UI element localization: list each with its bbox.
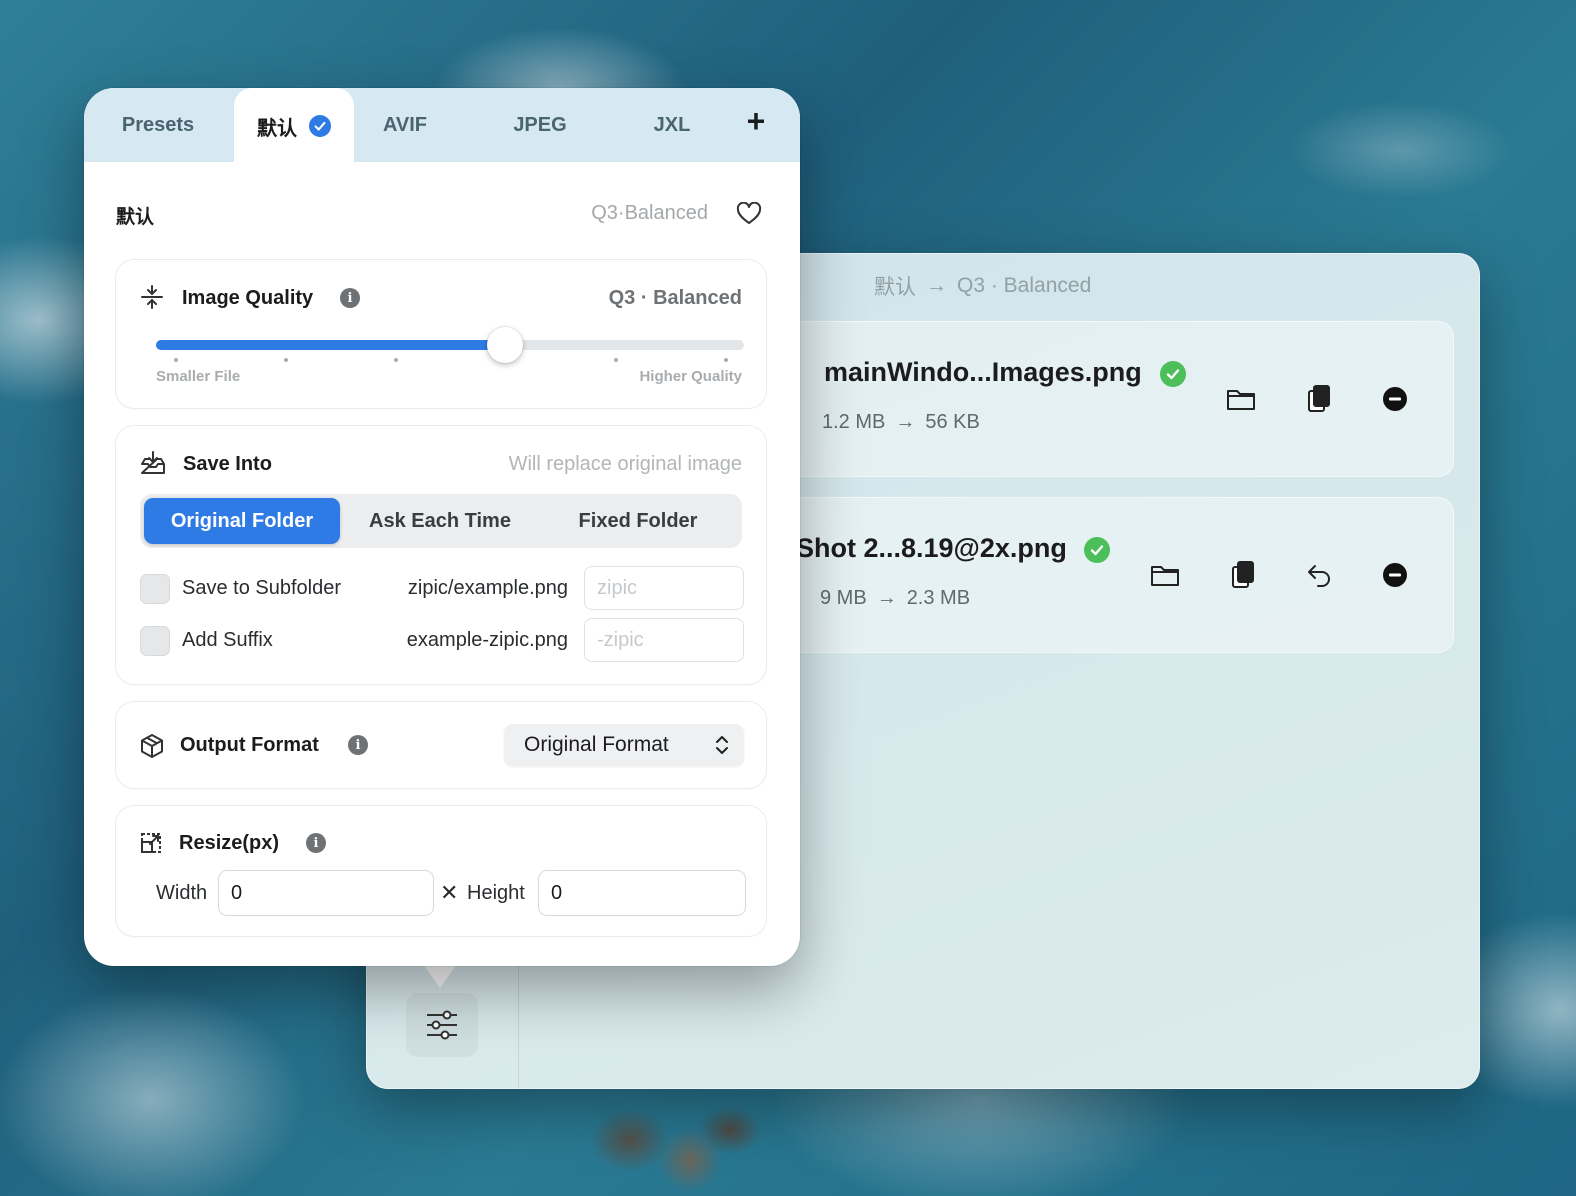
suffix-checkbox[interactable] bbox=[140, 626, 170, 656]
preset-popover: Presets 默认 AVIF JPEG JXL + 默认 Q3·Balance… bbox=[84, 88, 800, 966]
save-into-title: Save Into bbox=[183, 453, 272, 475]
chevron-updown-icon bbox=[716, 736, 728, 754]
suffix-example: example-zipic.png bbox=[406, 629, 568, 651]
folder-icon[interactable] bbox=[1226, 384, 1256, 414]
quality-slider-fill bbox=[156, 340, 506, 350]
slider-tick bbox=[394, 358, 398, 362]
image-quality-title: Image Quality bbox=[182, 287, 314, 309]
slider-tick bbox=[174, 358, 178, 362]
breadcrumb-arrow: → bbox=[926, 274, 947, 297]
breadcrumb-preset: 默认 bbox=[874, 276, 916, 299]
info-icon[interactable]: i bbox=[348, 735, 368, 755]
info-icon[interactable]: i bbox=[340, 288, 360, 308]
width-input[interactable] bbox=[218, 870, 434, 916]
resize-icon bbox=[140, 832, 162, 859]
tab-default[interactable]: 默认 bbox=[234, 88, 354, 164]
slider-min-label: Smaller File bbox=[156, 368, 241, 385]
output-format-value: Original Format bbox=[524, 733, 669, 756]
suffix-label: Add Suffix bbox=[182, 629, 273, 651]
file-row: mainWindo...Images.png 1.2 MB → 56 KB bbox=[778, 321, 1454, 477]
height-label: Height bbox=[467, 882, 525, 904]
undo-icon[interactable] bbox=[1304, 560, 1334, 590]
info-icon[interactable]: i bbox=[306, 833, 326, 853]
check-icon bbox=[1160, 361, 1186, 387]
times-icon: ✕ bbox=[440, 880, 459, 905]
seg-fixed-folder[interactable]: Fixed Folder bbox=[540, 498, 736, 544]
slider-tick bbox=[724, 358, 728, 362]
save-location-segmented: Original Folder Ask Each Time Fixed Fold… bbox=[140, 494, 742, 548]
suffix-input[interactable] bbox=[584, 618, 744, 662]
tab-presets[interactable]: Presets bbox=[84, 88, 232, 162]
tab-jpeg[interactable]: JPEG bbox=[484, 88, 596, 162]
save-into-hint: Will replace original image bbox=[508, 453, 742, 475]
background-rocks bbox=[580, 1090, 760, 1196]
suffix-row: Add Suffix example-zipic.png bbox=[140, 618, 744, 664]
subfolder-checkbox[interactable] bbox=[140, 574, 170, 604]
heart-icon[interactable] bbox=[736, 201, 762, 231]
file-size: 9 MB → 2.3 MB bbox=[820, 587, 971, 609]
output-format-card: Output Format i Original Format bbox=[116, 702, 766, 788]
subfolder-input[interactable] bbox=[584, 566, 744, 610]
seg-ask-each-time[interactable]: Ask Each Time bbox=[342, 498, 538, 544]
save-into-card: Save Into Will replace original image Or… bbox=[116, 426, 766, 684]
image-quality-card: Image Quality i Q3 · Balanced Smaller Fi… bbox=[116, 260, 766, 408]
folder-icon[interactable] bbox=[1150, 560, 1180, 590]
tab-avif[interactable]: AVIF bbox=[354, 88, 456, 162]
cube-icon bbox=[140, 733, 164, 764]
quality-slider[interactable] bbox=[156, 327, 744, 363]
quality-slider-thumb[interactable] bbox=[487, 327, 524, 363]
resize-title: Resize(px) bbox=[179, 832, 280, 854]
add-preset-button[interactable]: + bbox=[734, 84, 778, 158]
file-name: mainWindo...Images.png bbox=[824, 357, 1142, 387]
slider-max-label: Higher Quality bbox=[639, 368, 742, 385]
quality-icon bbox=[140, 284, 164, 315]
preset-tabbar: Presets 默认 AVIF JPEG JXL + bbox=[84, 88, 800, 164]
tab-jxl[interactable]: JXL bbox=[624, 88, 720, 162]
seg-original-folder[interactable]: Original Folder bbox=[144, 498, 340, 544]
settings-button[interactable] bbox=[406, 993, 478, 1057]
subfolder-example: zipic/example.png bbox=[407, 577, 568, 599]
file-row: Shot 2...8.19@2x.png 9 MB → 2.3 MB bbox=[778, 497, 1454, 653]
output-format-select[interactable]: Original Format bbox=[504, 724, 744, 766]
breadcrumb: 默认 → Q3 · Balanced bbox=[874, 271, 1091, 301]
subfolder-label: Save to Subfolder bbox=[182, 577, 341, 599]
copy-icon[interactable] bbox=[1304, 384, 1334, 414]
quality-value: Q3 · Balanced bbox=[608, 287, 742, 309]
output-format-title: Output Format bbox=[180, 734, 319, 756]
width-label: Width bbox=[156, 882, 208, 904]
breadcrumb-quality: Q3 · Balanced bbox=[957, 274, 1092, 297]
tray-icon bbox=[140, 450, 166, 481]
check-icon bbox=[1084, 537, 1110, 563]
file-name: Shot 2...8.19@2x.png bbox=[796, 533, 1067, 563]
preset-summary: Q3·Balanced bbox=[591, 202, 708, 224]
resize-card: Resize(px) i Width ✕ Height bbox=[116, 806, 766, 936]
slider-tick bbox=[614, 358, 618, 362]
check-icon bbox=[309, 115, 331, 137]
plus-icon: + bbox=[746, 102, 766, 139]
remove-icon[interactable] bbox=[1380, 384, 1410, 414]
slider-tick bbox=[284, 358, 288, 362]
subfolder-row: Save to Subfolder zipic/example.png bbox=[140, 566, 744, 612]
preset-name: 默认 bbox=[116, 207, 155, 228]
height-input[interactable] bbox=[538, 870, 746, 916]
sliders-icon bbox=[427, 1010, 457, 1040]
copy-icon[interactable] bbox=[1228, 560, 1258, 590]
remove-icon[interactable] bbox=[1380, 560, 1410, 590]
file-size: 1.2 MB → 56 KB bbox=[822, 411, 980, 433]
